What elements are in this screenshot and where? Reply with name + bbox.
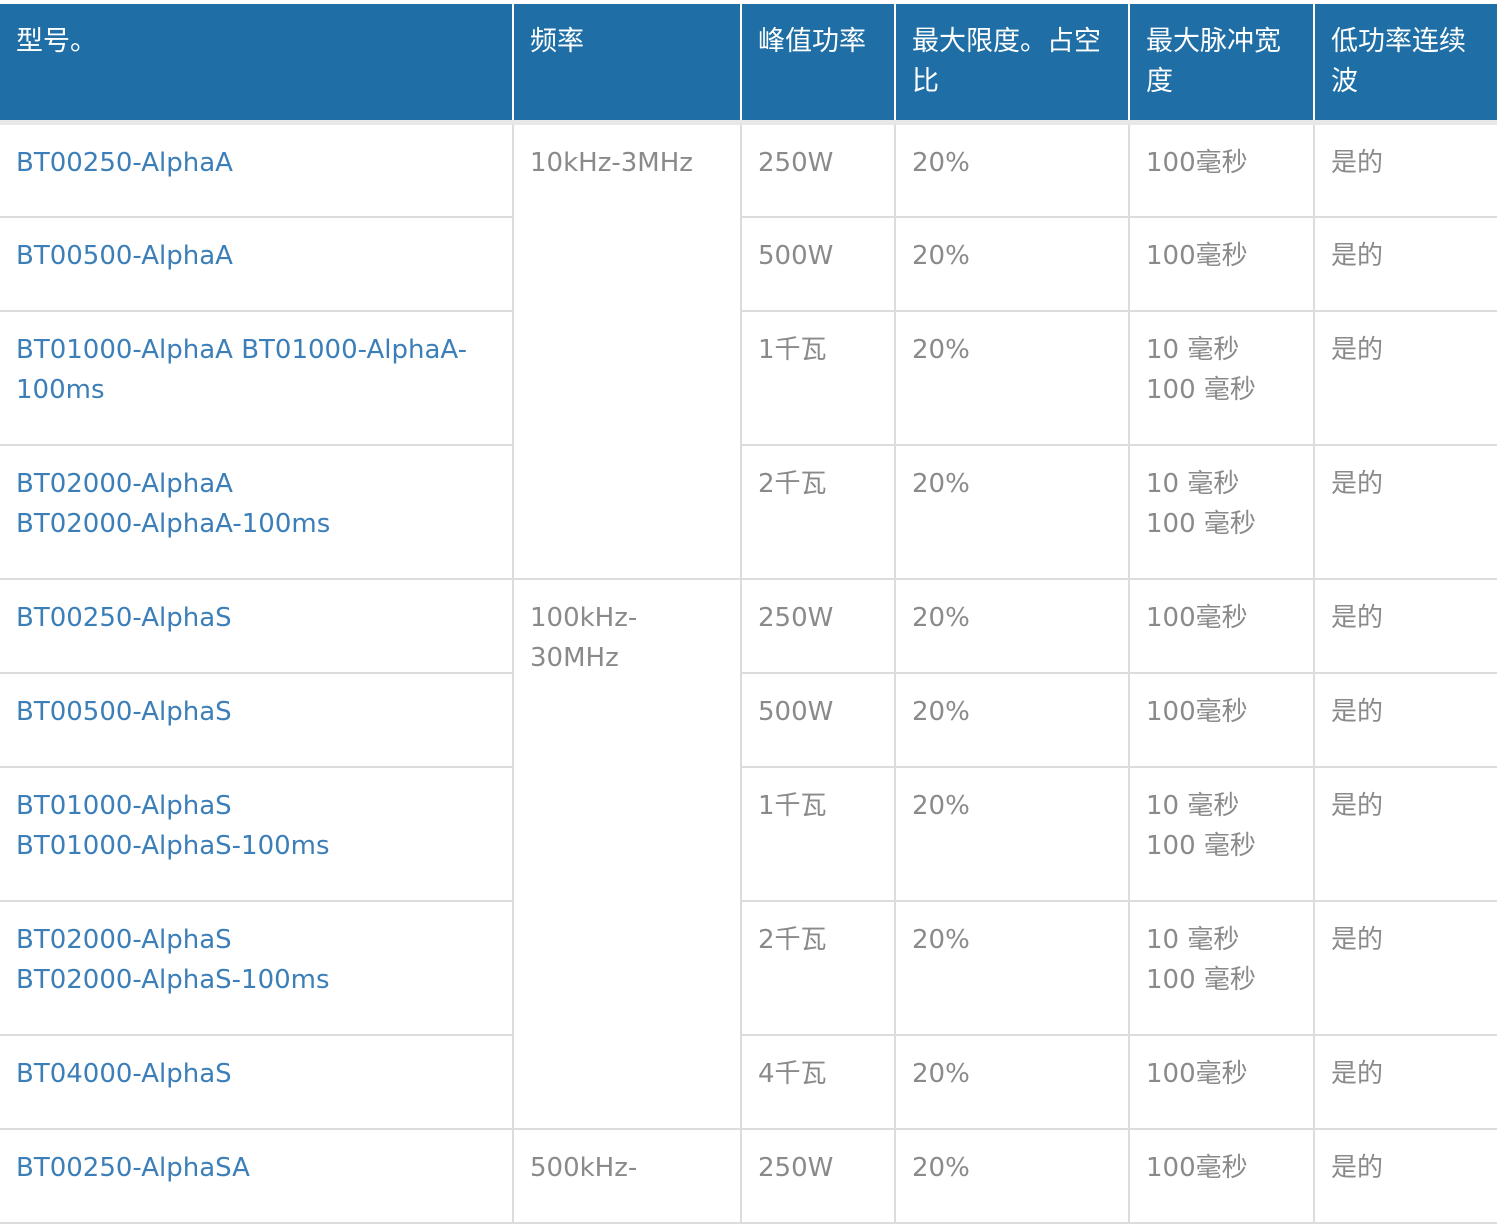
table-row: BT00250-AlphaS 100kHz-30MHz 250W 20% 100… [0, 578, 1497, 1130]
cw-cell: 是的 [1313, 672, 1497, 768]
peak-power-cell: 250W [740, 122, 895, 218]
model-cell[interactable]: BT00250-AlphaA [0, 122, 513, 218]
model-cell[interactable]: BT00250-AlphaSA [0, 1128, 513, 1224]
model-cell[interactable]: BT01000-AlphaA BT01000-AlphaA-100ms [0, 310, 513, 446]
pulse-width-cell: 10 毫秒 100 毫秒 [1128, 310, 1314, 446]
header-frequency: 频率 [512, 4, 741, 125]
duty-cycle-cell: 20% [894, 1034, 1129, 1130]
pulse-width-cell: 100毫秒 [1128, 578, 1314, 674]
frequency-cell: 500kHz- [512, 1128, 741, 1224]
peak-power-cell: 500W [740, 216, 895, 312]
model-link[interactable]: BT02000-AlphaA-100ms [16, 504, 496, 544]
header-peak-power: 峰值功率 [740, 4, 895, 125]
model-cell[interactable]: BT00250-AlphaS [0, 578, 513, 674]
table-row: BT00500-AlphaS 500W 20% 100毫秒 是的 [0, 672, 1497, 768]
model-link[interactable]: BT02000-AlphaA [16, 464, 496, 504]
pulse-width-cell: 100毫秒 [1128, 216, 1314, 312]
table-row: BT00250-AlphaSA 500kHz- 250W 20% 100毫秒 是… [0, 1128, 1497, 1224]
header-low-power-cw: 低功率连续波 [1313, 4, 1497, 125]
table-row: BT02000-AlphaS BT02000-AlphaS-100ms 2千瓦 … [0, 900, 1497, 1036]
model-cell[interactable]: BT02000-AlphaA BT02000-AlphaA-100ms [0, 444, 513, 580]
model-cell[interactable]: BT01000-AlphaS BT01000-AlphaS-100ms [0, 766, 513, 902]
pulse-width-option: 10 毫秒 [1146, 924, 1240, 955]
peak-power-cell: 250W [740, 578, 895, 674]
cw-cell: 是的 [1313, 310, 1497, 446]
cw-cell: 是的 [1313, 1128, 1497, 1224]
peak-power-cell: 250W [740, 1128, 895, 1224]
pulse-width-option: 10 毫秒 [1146, 334, 1240, 365]
cw-cell: 是的 [1313, 766, 1497, 902]
model-link[interactable]: BT04000-AlphaS [16, 1059, 232, 1089]
pulse-width-option: 100 毫秒 [1146, 508, 1256, 539]
peak-power-cell: 500W [740, 672, 895, 768]
pulse-width-cell: 10 毫秒 100 毫秒 [1128, 900, 1314, 1036]
model-cell[interactable]: BT04000-AlphaS [0, 1034, 513, 1130]
pulse-width-cell: 10 毫秒 100 毫秒 [1128, 766, 1314, 902]
peak-power-cell: 4千瓦 [740, 1034, 895, 1130]
frequency-cell: 100kHz-30MHz [512, 578, 741, 1130]
model-link[interactable]: BT02000-AlphaS-100ms [16, 960, 496, 1000]
peak-power-cell: 1千瓦 [740, 310, 895, 446]
cw-cell: 是的 [1313, 444, 1497, 580]
duty-cycle-cell: 20% [894, 122, 1129, 218]
model-link[interactable]: BT00250-AlphaSA [16, 1153, 250, 1183]
duty-cycle-cell: 20% [894, 578, 1129, 674]
pulse-width-cell: 100毫秒 [1128, 122, 1314, 218]
frequency-cell: 10kHz-3MHz [512, 122, 741, 580]
duty-cycle-cell: 20% [894, 310, 1129, 446]
table-row: BT00250-AlphaA 10kHz-3MHz 250W 20% 100毫秒… [0, 122, 1497, 580]
duty-cycle-cell: 20% [894, 766, 1129, 902]
peak-power-cell: 2千瓦 [740, 900, 895, 1036]
model-link[interactable]: BT00250-AlphaS [16, 603, 232, 633]
pulse-width-cell: 100毫秒 [1128, 672, 1314, 768]
cw-cell: 是的 [1313, 122, 1497, 218]
cw-cell: 是的 [1313, 900, 1497, 1036]
peak-power-cell: 2千瓦 [740, 444, 895, 580]
pulse-width-cell: 100毫秒 [1128, 1034, 1314, 1130]
table-row: BT02000-AlphaA BT02000-AlphaA-100ms 2千瓦 … [0, 444, 1497, 580]
model-link[interactable]: BT00250-AlphaA [16, 148, 233, 178]
pulse-width-option: 100 毫秒 [1146, 374, 1256, 405]
header-max-duty-cycle: 最大限度。占空比 [894, 4, 1129, 125]
cw-cell: 是的 [1313, 1034, 1497, 1130]
spec-table: 型号。 频率 峰值功率 最大限度。占空比 最大脉冲宽度 低功率连续波 BT002… [0, 4, 1497, 1224]
model-link[interactable]: BT02000-AlphaS [16, 920, 496, 960]
header-max-pulse-width: 最大脉冲宽度 [1128, 4, 1314, 125]
model-link[interactable]: BT01000-AlphaS-100ms [16, 826, 496, 866]
model-cell[interactable]: BT02000-AlphaS BT02000-AlphaS-100ms [0, 900, 513, 1036]
duty-cycle-cell: 20% [894, 900, 1129, 1036]
model-link[interactable]: BT00500-AlphaA [16, 241, 233, 271]
pulse-width-option: 10 毫秒 [1146, 468, 1240, 499]
model-link[interactable]: BT01000-AlphaA BT01000-AlphaA-100ms [16, 335, 467, 405]
table-row: BT00500-AlphaA 500W 20% 100毫秒 是的 [0, 216, 1497, 312]
header-model: 型号。 [0, 4, 513, 125]
header-row: 型号。 频率 峰值功率 最大限度。占空比 最大脉冲宽度 低功率连续波 [0, 4, 1497, 125]
pulse-width-option: 100 毫秒 [1146, 830, 1256, 861]
pulse-width-cell: 100毫秒 [1128, 1128, 1314, 1224]
duty-cycle-cell: 20% [894, 444, 1129, 580]
duty-cycle-cell: 20% [894, 1128, 1129, 1224]
model-link[interactable]: BT01000-AlphaS [16, 786, 496, 826]
peak-power-cell: 1千瓦 [740, 766, 895, 902]
table-row: BT01000-AlphaS BT01000-AlphaS-100ms 1千瓦 … [0, 766, 1497, 902]
pulse-width-cell: 10 毫秒 100 毫秒 [1128, 444, 1314, 580]
table-row: BT04000-AlphaS 4千瓦 20% 100毫秒 是的 [0, 1034, 1497, 1130]
pulse-width-option: 100 毫秒 [1146, 964, 1256, 995]
duty-cycle-cell: 20% [894, 672, 1129, 768]
cw-cell: 是的 [1313, 578, 1497, 674]
model-cell[interactable]: BT00500-AlphaA [0, 216, 513, 312]
duty-cycle-cell: 20% [894, 216, 1129, 312]
model-cell[interactable]: BT00500-AlphaS [0, 672, 513, 768]
cw-cell: 是的 [1313, 216, 1497, 312]
model-link[interactable]: BT00500-AlphaS [16, 697, 232, 727]
pulse-width-option: 10 毫秒 [1146, 790, 1240, 821]
table-row: BT01000-AlphaA BT01000-AlphaA-100ms 1千瓦 … [0, 310, 1497, 446]
